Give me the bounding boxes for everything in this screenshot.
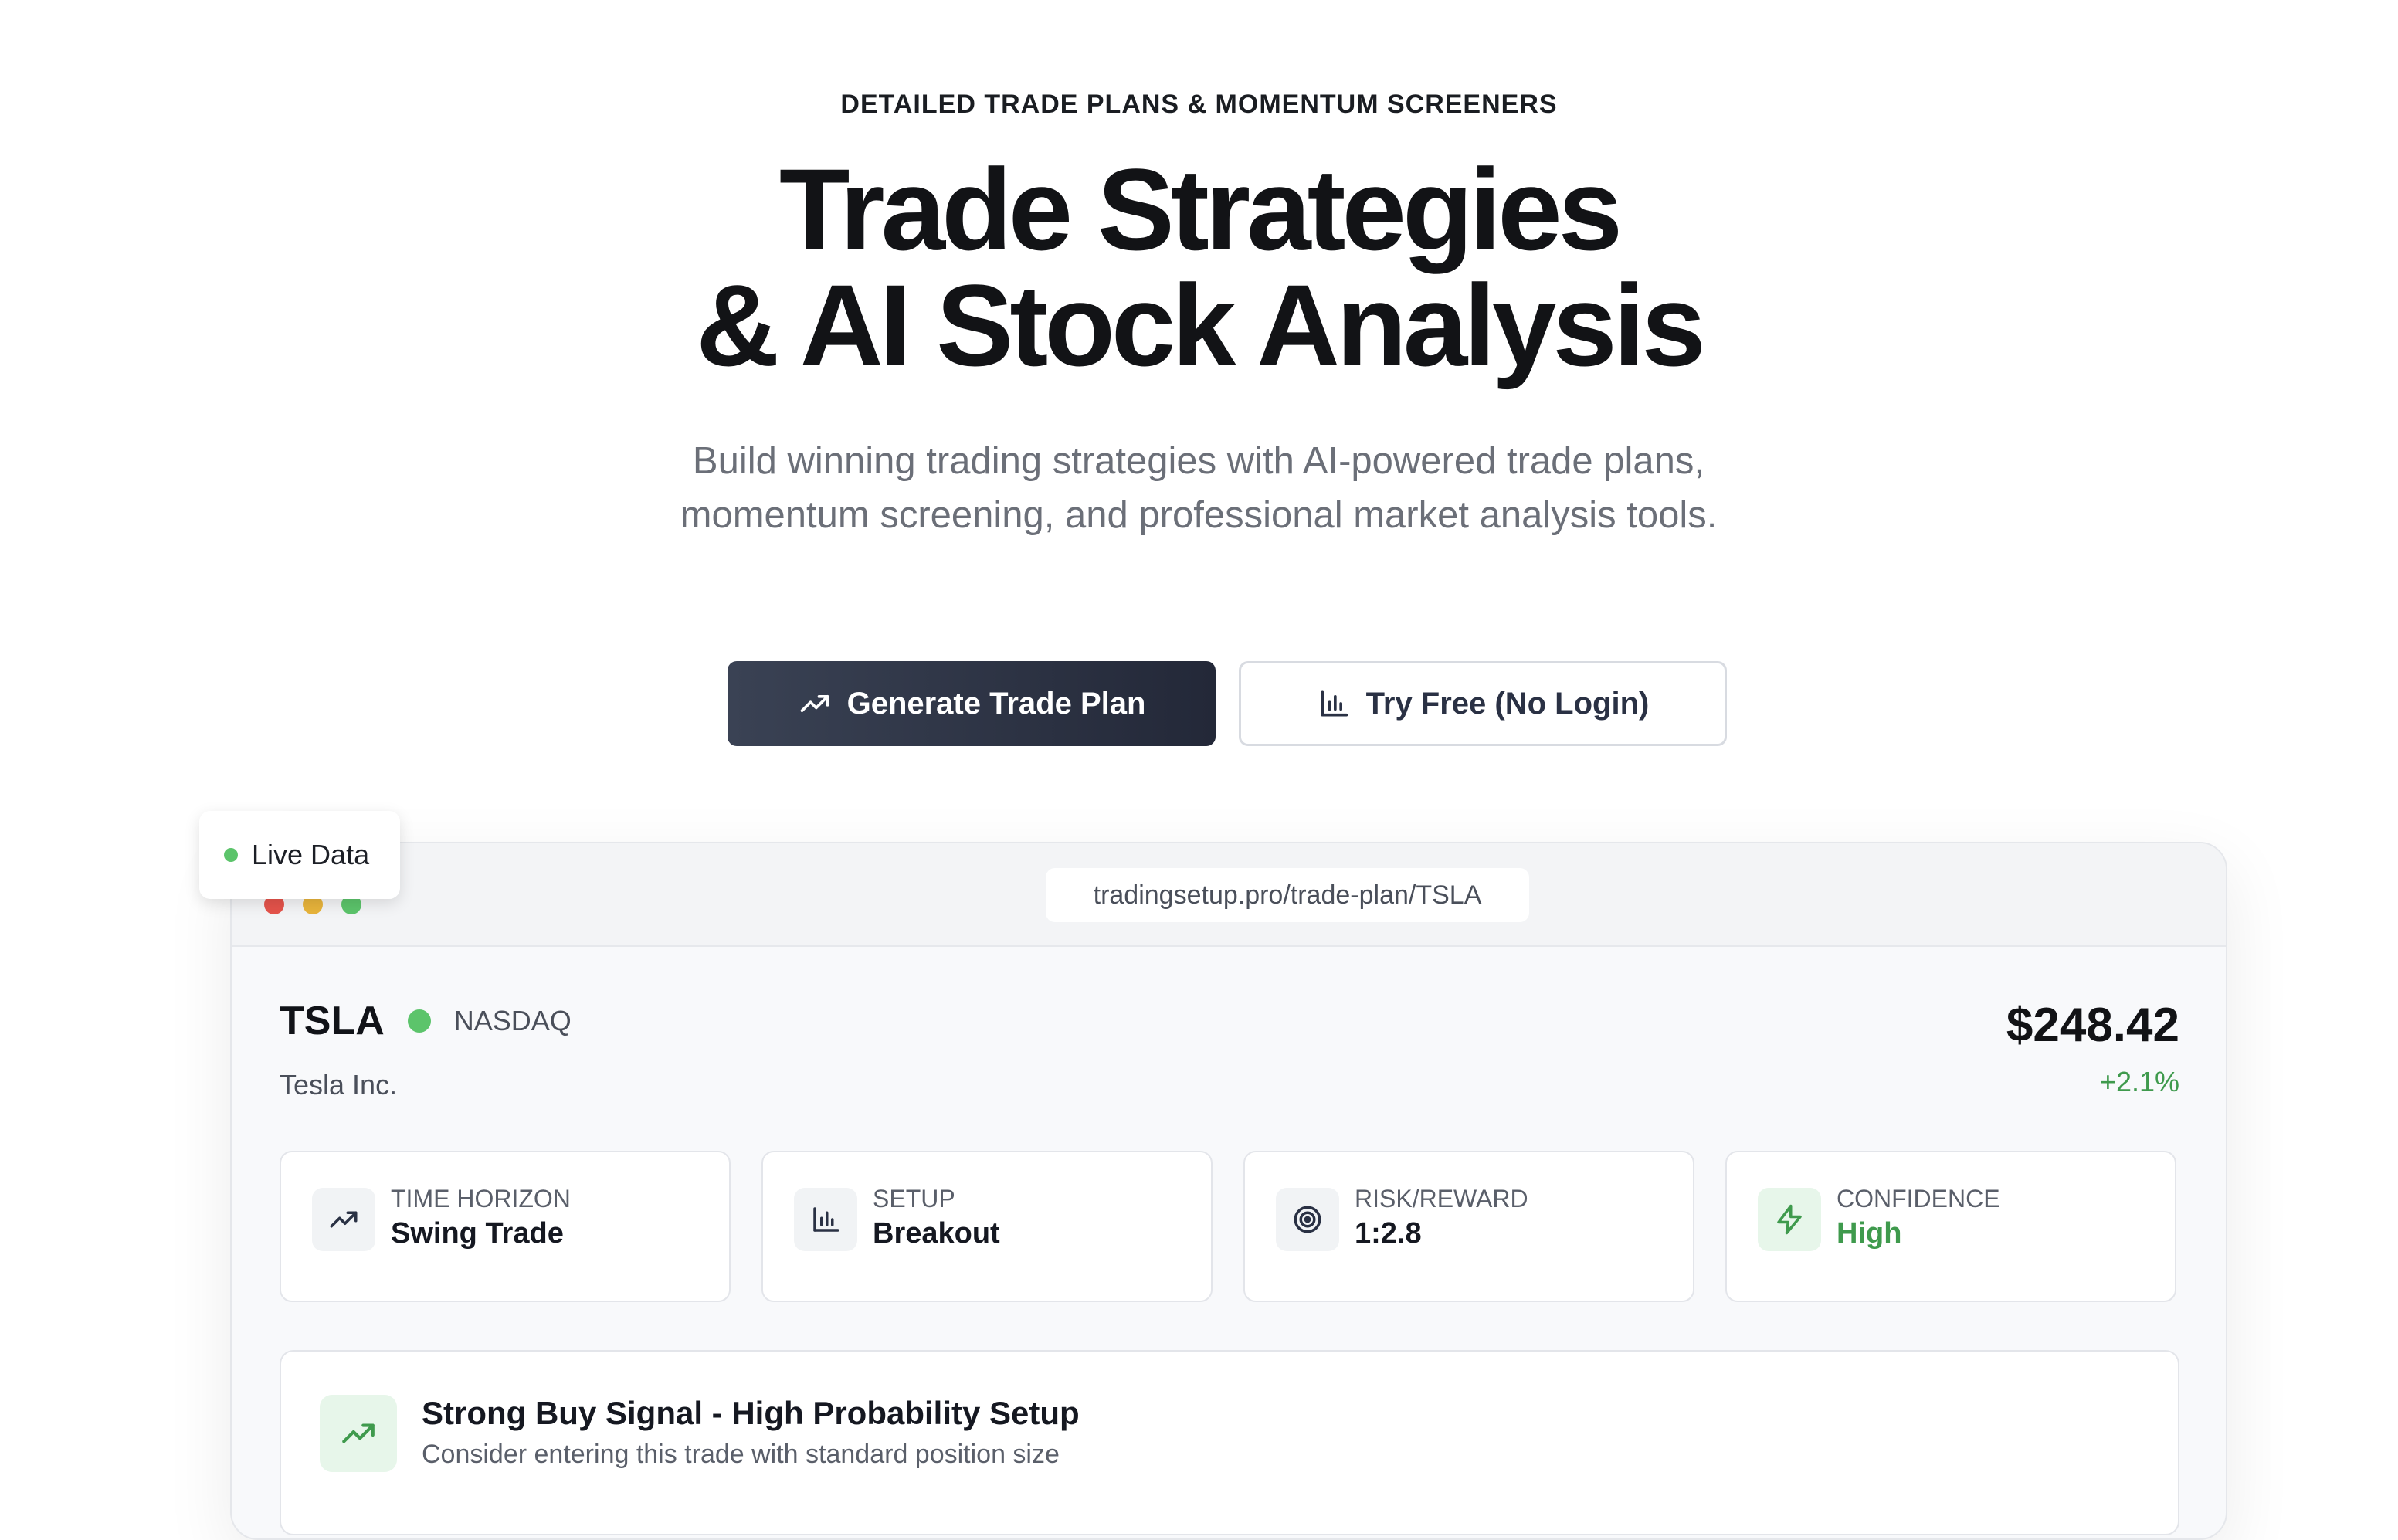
- bar-chart-icon: [1321, 690, 1348, 717]
- ticker-header: TSLA NASDAQ: [280, 998, 572, 1044]
- company-name: Tesla Inc.: [280, 1069, 398, 1101]
- lightning-icon: [1758, 1188, 1821, 1251]
- metric-confidence: CONFIDENCE High: [1725, 1151, 2176, 1302]
- hero-eyebrow: DETAILED TRADE PLANS & MOMENTUM SCREENER…: [840, 90, 1558, 119]
- headline-line-1: Trade Strategies: [778, 144, 1623, 274]
- try-free-label: Try Free (No Login): [1365, 686, 1650, 721]
- hero-subtitle: Build winning trading strategies with AI…: [680, 440, 1718, 536]
- metric-time-horizon: TIME HORIZON Swing Trade: [280, 1151, 731, 1302]
- bar-chart-icon: [794, 1188, 857, 1251]
- browser-bar: tradingsetup.pro/trade-plan/TSLA: [232, 843, 2226, 947]
- metric-value: 1:2.8: [1355, 1217, 1422, 1250]
- trending-up-icon: [320, 1395, 397, 1472]
- generate-trade-plan-label: Generate Trade Plan: [846, 686, 1146, 721]
- generate-trade-plan-button[interactable]: Generate Trade Plan: [728, 661, 1216, 746]
- metric-risk-reward: RISK/REWARD 1:2.8: [1243, 1151, 1694, 1302]
- metric-value: Swing Trade: [391, 1217, 564, 1250]
- trending-up-icon: [800, 695, 829, 712]
- target-icon: [1276, 1188, 1339, 1251]
- signal-subtitle: Consider entering this trade with standa…: [422, 1440, 1060, 1469]
- stock-exchange: NASDAQ: [453, 1005, 572, 1036]
- stock-price: $248.42: [2006, 999, 2179, 1052]
- signal-banner: Strong Buy Signal - High Probability Set…: [280, 1350, 2179, 1535]
- live-data-label: Live Data: [252, 839, 370, 870]
- signal-title: Strong Buy Signal - High Probability Set…: [422, 1395, 1080, 1431]
- hero-headline: Trade Strategies & AI Stock Analysis: [0, 151, 2398, 383]
- metric-setup: SETUP Breakout: [761, 1151, 1213, 1302]
- try-free-button[interactable]: Try Free (No Login): [1239, 661, 1727, 746]
- metric-label: CONFIDENCE: [1837, 1185, 2000, 1213]
- price-change: +2.1%: [2099, 1066, 2179, 1097]
- live-status-dot: [224, 848, 238, 862]
- trade-plan-preview-card: tradingsetup.pro/trade-plan/TSLA TSLA NA…: [230, 842, 2227, 1540]
- stock-symbol: TSLA: [280, 999, 385, 1043]
- metric-value: High: [1837, 1217, 1902, 1250]
- browser-url[interactable]: tradingsetup.pro/trade-plan/TSLA: [1046, 868, 1529, 922]
- metric-value: Breakout: [873, 1217, 1000, 1250]
- metric-label: RISK/REWARD: [1355, 1185, 1528, 1213]
- metric-label: TIME HORIZON: [391, 1185, 571, 1213]
- headline-line-2: & AI Stock Analysis: [696, 260, 1706, 390]
- live-data-badge: Live Data: [199, 811, 400, 899]
- metric-label: SETUP: [873, 1185, 955, 1213]
- market-status-dot: [407, 1009, 431, 1033]
- trending-up-icon: [312, 1188, 375, 1251]
